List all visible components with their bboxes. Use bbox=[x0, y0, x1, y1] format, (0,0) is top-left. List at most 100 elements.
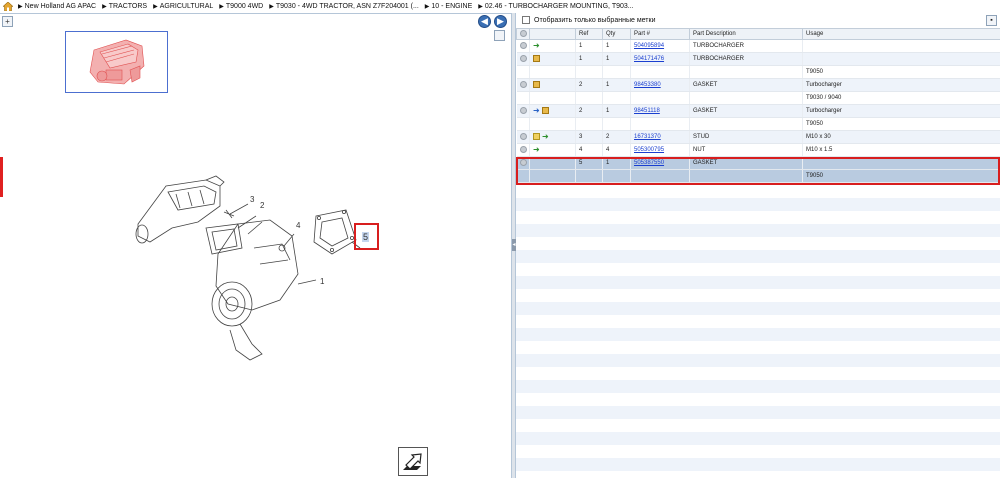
show-selected-only-checkbox[interactable] bbox=[522, 16, 530, 24]
table-row[interactable]: 1 1 504171476 TURBOCHARGER bbox=[516, 52, 1000, 66]
home-icon[interactable] bbox=[3, 2, 13, 11]
part-number-link[interactable]: 504095894 bbox=[634, 43, 664, 49]
column-header-usage[interactable]: Usage bbox=[802, 28, 1000, 40]
green-arrow-icon[interactable]: ➜ bbox=[533, 146, 540, 154]
previous-diagram-button[interactable]: ◀ bbox=[478, 15, 491, 28]
breadcrumb-item-section[interactable]: ▶ 02.46 - TURBOCHARGER MOUNTING, T903... bbox=[478, 3, 633, 10]
breadcrumb-label[interactable]: T9030 - 4WD TRACTOR, ASN Z7F204001 (... bbox=[276, 3, 419, 10]
row-icons-cell: ➜ bbox=[529, 104, 576, 118]
cell-part-number[interactable]: 505300795 bbox=[630, 143, 690, 157]
note-icon[interactable] bbox=[533, 133, 540, 141]
breadcrumb-item-brand[interactable]: ▶ New Holland AG APAC bbox=[18, 3, 96, 10]
cell-part-number[interactable]: 504095894 bbox=[630, 39, 690, 53]
cell-qty bbox=[602, 117, 631, 131]
table-row[interactable]: ➜ 1 1 504095894 TURBOCHARGER bbox=[516, 39, 1000, 53]
show-selected-only-label[interactable]: Отобразить только выбранные метки bbox=[534, 17, 655, 24]
cell-ref: 1 bbox=[575, 39, 603, 53]
callout-label-5[interactable]: 5 bbox=[362, 232, 370, 242]
circle-icon[interactable] bbox=[519, 146, 527, 154]
exhaust-manifold-part bbox=[137, 179, 221, 243]
row-select-cell[interactable] bbox=[516, 143, 530, 157]
next-diagram-button[interactable]: ▶ bbox=[494, 15, 507, 28]
breadcrumb-label[interactable]: 10 - ENGINE bbox=[431, 3, 472, 10]
cell-part-number[interactable] bbox=[630, 65, 690, 79]
breadcrumb-item-series[interactable]: ▶ T9000 4WD bbox=[219, 3, 263, 10]
fullscreen-button[interactable] bbox=[494, 30, 505, 41]
table-row[interactable]: ➜ 2 1 98451118 GASKET Turbocharger bbox=[516, 104, 1000, 118]
green-arrow-icon[interactable]: ➜ bbox=[542, 133, 549, 141]
circle-icon[interactable] bbox=[519, 107, 527, 115]
engine-thumbnail[interactable] bbox=[65, 31, 168, 93]
table-row[interactable]: ➜ 3 2 16731370 STUD M10 x 30 bbox=[516, 130, 1000, 144]
zoom-in-button[interactable]: + bbox=[2, 16, 13, 27]
table-row[interactable]: T9050 bbox=[516, 65, 1000, 79]
row-select-cell[interactable] bbox=[516, 65, 530, 79]
part-number-link[interactable]: 98453380 bbox=[634, 82, 661, 88]
select-all-header[interactable] bbox=[516, 28, 530, 40]
part-number-link[interactable]: 98451118 bbox=[634, 108, 660, 114]
cell-ref bbox=[575, 169, 603, 183]
callout-label-2[interactable]: 2 bbox=[260, 201, 265, 210]
row-select-cell[interactable] bbox=[516, 78, 530, 92]
column-header-ref[interactable]: Ref bbox=[575, 28, 603, 40]
row-select-cell[interactable] bbox=[516, 117, 530, 131]
cell-qty bbox=[602, 65, 631, 79]
turbocharger-diagram[interactable]: 3 2 4 1 bbox=[120, 164, 390, 364]
circle-icon[interactable] bbox=[519, 159, 527, 167]
empty-table-rows bbox=[516, 185, 1000, 478]
circle-icon[interactable] bbox=[519, 42, 527, 50]
cell-part-number[interactable]: 98451118 bbox=[630, 104, 690, 118]
package-icon[interactable] bbox=[541, 107, 549, 115]
cell-part-number[interactable] bbox=[630, 169, 690, 183]
row-select-cell[interactable] bbox=[516, 156, 530, 170]
breadcrumb-item-agricultural[interactable]: ▶ AGRICULTURAL bbox=[153, 3, 213, 10]
table-row[interactable]: T9050 bbox=[516, 117, 1000, 131]
breadcrumb-label[interactable]: T9000 4WD bbox=[226, 3, 263, 10]
blue-arrow-icon[interactable]: ➜ bbox=[533, 107, 540, 115]
breadcrumb-label[interactable]: TRACTORS bbox=[109, 3, 147, 10]
panel-options-button[interactable]: ▪ bbox=[986, 15, 997, 26]
cell-qty: 1 bbox=[602, 52, 631, 66]
table-row[interactable]: 2 1 98453380 GASKET Turbocharger bbox=[516, 78, 1000, 92]
table-row[interactable]: 5 1 505387550 GASKET bbox=[516, 156, 1000, 170]
row-select-cell[interactable] bbox=[516, 39, 530, 53]
breadcrumb-label[interactable]: New Holland AG APAC bbox=[25, 3, 96, 10]
callout-label-1[interactable]: 1 bbox=[320, 277, 325, 286]
column-header-qty[interactable]: Qty bbox=[602, 28, 631, 40]
cell-part-number[interactable]: 98453380 bbox=[630, 78, 690, 92]
cell-part-number[interactable]: 16731370 bbox=[630, 130, 690, 144]
table-row[interactable]: T9030 / 9040 bbox=[516, 91, 1000, 105]
part-number-link[interactable]: 505300795 bbox=[634, 147, 664, 153]
column-header-part-number[interactable]: Part # bbox=[630, 28, 690, 40]
column-header-description[interactable]: Part Description bbox=[689, 28, 803, 40]
cell-part-number[interactable]: 504171476 bbox=[630, 52, 690, 66]
green-arrow-icon[interactable]: ➜ bbox=[533, 42, 540, 50]
package-icon[interactable] bbox=[533, 81, 540, 89]
package-icon[interactable] bbox=[533, 55, 540, 63]
cell-part-number[interactable] bbox=[630, 91, 690, 105]
row-select-cell[interactable] bbox=[516, 104, 530, 118]
cell-part-number[interactable]: 505387550 bbox=[630, 156, 690, 170]
part-number-link[interactable]: 16731370 bbox=[634, 134, 661, 140]
part-number-link[interactable]: 504171476 bbox=[634, 56, 664, 62]
circle-icon[interactable] bbox=[519, 133, 527, 141]
callout-label-4[interactable]: 4 bbox=[296, 221, 301, 230]
breadcrumb-label[interactable]: 02.46 - TURBOCHARGER MOUNTING, T903... bbox=[485, 3, 634, 10]
breadcrumb-item-group[interactable]: ▶ 10 - ENGINE bbox=[425, 3, 472, 10]
export-button[interactable] bbox=[398, 447, 428, 476]
table-row[interactable]: ➜ 4 4 505300795 NUT M10 x 1.5 bbox=[516, 143, 1000, 157]
callout-label-3[interactable]: 3 bbox=[250, 195, 255, 204]
row-select-cell[interactable] bbox=[516, 91, 530, 105]
row-select-cell[interactable] bbox=[516, 169, 530, 183]
breadcrumb-item-tractors[interactable]: ▶ TRACTORS bbox=[102, 3, 147, 10]
cell-part-number[interactable] bbox=[630, 117, 690, 131]
part-number-link[interactable]: 505387550 bbox=[634, 160, 664, 166]
breadcrumb-item-model[interactable]: ▶ T9030 - 4WD TRACTOR, ASN Z7F204001 (... bbox=[269, 3, 419, 10]
circle-icon[interactable] bbox=[519, 81, 527, 89]
breadcrumb-label[interactable]: AGRICULTURAL bbox=[160, 3, 214, 10]
circle-icon[interactable] bbox=[519, 55, 527, 63]
row-select-cell[interactable] bbox=[516, 52, 530, 66]
row-select-cell[interactable] bbox=[516, 130, 530, 144]
row-icons-cell bbox=[529, 52, 576, 66]
table-row[interactable]: T9050 bbox=[516, 169, 1000, 183]
